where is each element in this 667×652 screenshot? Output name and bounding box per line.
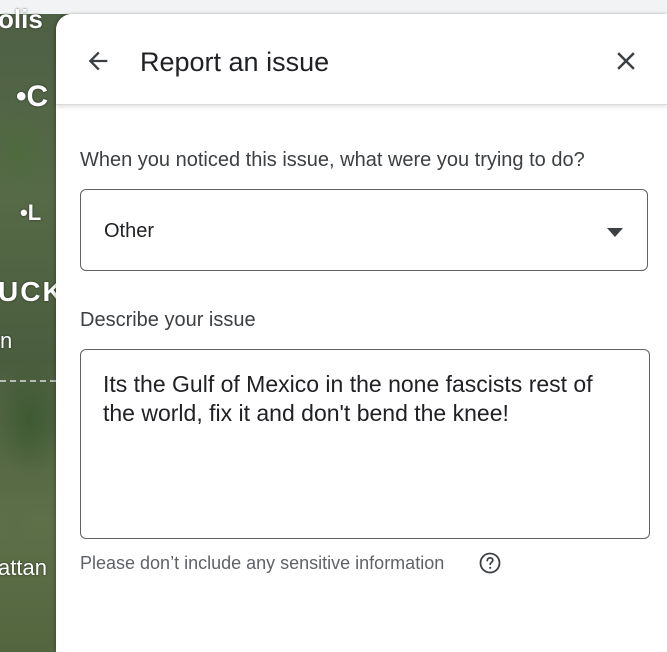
back-button[interactable] — [76, 39, 120, 83]
sensitive-info-hint: Please don’t include any sensitive infor… — [80, 553, 445, 573]
describe-issue-label: Describe your issue — [80, 309, 256, 331]
map-border-line — [0, 380, 56, 382]
panel-header: Report an issue — [56, 14, 667, 105]
panel-title: Report an issue — [140, 47, 330, 77]
close-icon — [617, 52, 635, 70]
map-label: olis — [0, 4, 43, 34]
activity-select-value: Other — [104, 220, 155, 242]
map-top-strip — [0, 0, 667, 14]
arrow-back-icon — [88, 51, 108, 71]
close-button[interactable] — [604, 39, 648, 83]
report-issue-panel: Report an issue When you noticed this is… — [56, 14, 667, 652]
map-label: •L — [20, 200, 42, 225]
map-label: •C — [16, 80, 49, 113]
issue-description-field[interactable]: Its the Gulf of Mexico in the none fasci… — [80, 349, 650, 539]
map-label: attan — [0, 555, 47, 580]
activity-select[interactable]: Other — [80, 189, 648, 271]
caret-down-icon — [607, 228, 623, 237]
map-label: n — [0, 328, 13, 353]
map-label: UCK — [0, 276, 65, 307]
activity-question-label: When you noticed this issue, what were y… — [80, 149, 585, 171]
help-circle-icon-svg — [479, 552, 501, 574]
help-circle-icon[interactable] — [478, 551, 502, 575]
